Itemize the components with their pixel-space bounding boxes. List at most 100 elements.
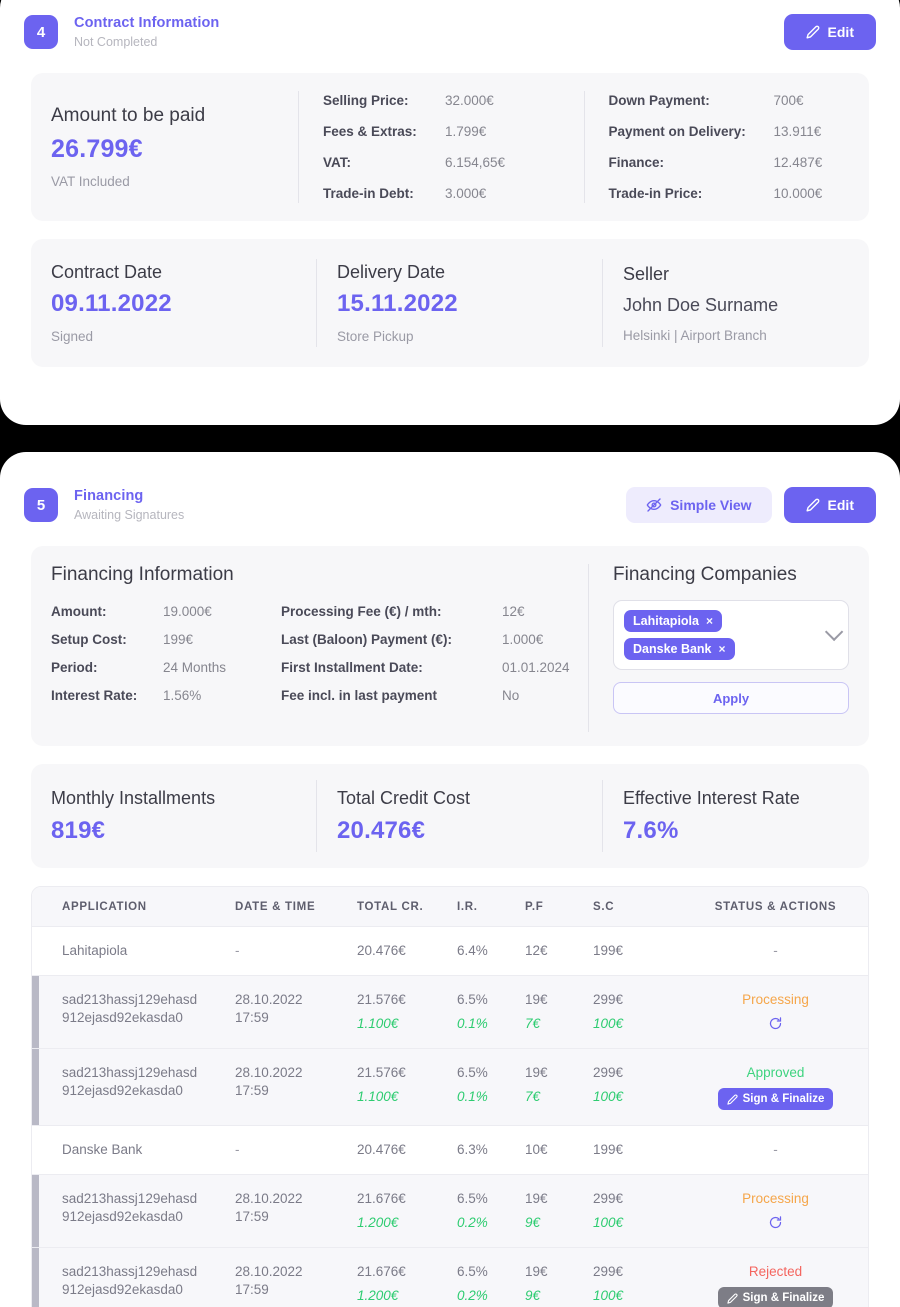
cell-value: 6.5%	[457, 1191, 488, 1206]
monthly-installments-title: Monthly Installments	[51, 787, 216, 808]
application-id: sad213hassj129ehasd 912ejasd92ekasda0	[62, 992, 198, 1025]
kv-value: 12€	[502, 604, 525, 619]
kv-value: 12.487€	[773, 155, 823, 170]
amount-title: Amount to be paid	[51, 105, 206, 126]
eye-off-icon	[646, 497, 662, 513]
refresh-icon[interactable]	[683, 1016, 868, 1031]
cell-delta: 1.200€	[357, 1215, 399, 1230]
sign-and-finalize-button[interactable]: Sign & Finalize	[717, 1088, 834, 1110]
kv-key: Period:	[51, 660, 98, 675]
financing-info-col-1: Amount: 19.000€ Setup Cost: 199€ Period: 24…	[51, 604, 281, 703]
kv-row: Fees & Extras: 1.799€	[323, 124, 584, 139]
contract-header-text: Contract Information Not Completed	[74, 14, 219, 51]
contract-date-value: 09.11.2022	[51, 290, 172, 317]
contract-status: Not Completed	[74, 35, 158, 49]
application-cell: sad213hassj129ehasd 912ejasd92ekasda0	[32, 975, 235, 1049]
financing-companies-select[interactable]: Lahitapiola × Danske Bank ×	[613, 600, 849, 670]
financing-information-block: Financing Information Amount: 19.000€ Set…	[31, 564, 589, 732]
kv-value: 199€	[163, 632, 194, 647]
apply-button[interactable]: Apply	[613, 682, 849, 714]
kv-value: 32.000€	[445, 93, 494, 108]
chevron-down-icon[interactable]	[824, 622, 844, 642]
cell-delta: 7€	[525, 1016, 541, 1031]
cell-value: 6.4%	[457, 943, 488, 958]
total-credit-cost-block: Total Credit Cost 20.476€	[317, 780, 603, 852]
sign-and-finalize-button[interactable]: Sign & Finalize	[717, 1287, 834, 1307]
cell-value: 299€	[593, 1191, 624, 1206]
simple-view-button[interactable]: Simple View	[626, 487, 772, 523]
kv-value: 1.799€	[445, 124, 487, 139]
cell-value: 199€	[593, 1142, 624, 1157]
kv-row: Last (Baloon) Payment (€): 1.000€	[281, 632, 588, 647]
cell-delta: 9€	[525, 1288, 541, 1303]
delivery-date-value: 15.11.2022	[337, 290, 458, 317]
financing-info-col-2: Processing Fee (€) / mth: 12€ Last (Baloo…	[281, 604, 588, 703]
contract-title: Contract Information	[74, 15, 220, 31]
cell-value: 12€	[525, 943, 548, 958]
table-body: Lahitapiola - 20.476€ 6.4% 12€ 199€ - sad213has…	[32, 926, 868, 1307]
cell-delta: 0.1%	[457, 1089, 488, 1104]
table-cell: 299€ 100€	[593, 975, 683, 1049]
financing-edit-button[interactable]: Edit	[783, 487, 876, 523]
datetime-cell: -	[235, 926, 357, 976]
step-badge-5: 5	[24, 488, 58, 522]
chip-remove-icon[interactable]: ×	[706, 614, 713, 628]
table-cell: 299€ 100€	[593, 1048, 683, 1126]
seller-name: John Doe Surname	[623, 294, 779, 315]
cell-delta: 0.2%	[457, 1288, 488, 1303]
kv-key: Fees & Extras:	[323, 124, 417, 139]
contract-edit-button[interactable]: Edit	[783, 14, 876, 50]
application-cell: sad213hassj129ehasd 912ejasd92ekasda0	[32, 1048, 235, 1126]
applications-table: APPLICATION DATE & TIME TOTAL CR. I.R. P…	[32, 887, 868, 1307]
cell-value: 299€	[593, 1065, 624, 1080]
total-credit-cost-title: Total Credit Cost	[337, 787, 471, 808]
cell-delta: 1.200€	[357, 1288, 399, 1303]
cell-value: 20.476€	[357, 943, 406, 958]
seller-title: Seller	[623, 263, 670, 284]
screenshot-root: 4 Contract Information Not Completed Edi…	[0, 0, 900, 1307]
table-cell: 6.4%	[457, 926, 525, 976]
monthly-installments-block: Monthly Installments 819€	[31, 780, 317, 852]
row-actions: Sign & Finalize	[683, 1287, 868, 1307]
chip-remove-icon[interactable]: ×	[719, 642, 726, 656]
sign-pen-icon	[726, 1093, 738, 1105]
contract-edit-label: Edit	[827, 24, 854, 40]
amount-note: VAT Included	[51, 174, 130, 189]
refresh-icon[interactable]	[683, 1215, 868, 1230]
datetime-value: 28.10.2022 17:59	[235, 1264, 303, 1297]
cell-value: 19€	[525, 1065, 548, 1080]
applications-table-wrapper: APPLICATION DATE & TIME TOTAL CR. I.R. P…	[31, 886, 869, 1307]
cell-value: 6.3%	[457, 1142, 488, 1157]
cell-value: 10€	[525, 1142, 548, 1157]
kv-row: Down Payment: 700€	[609, 93, 870, 108]
application-id: Lahitapiola	[62, 943, 128, 958]
kv-row: Fee incl. in last payment No	[281, 688, 588, 703]
col-header-ir: I.R.	[457, 887, 525, 927]
cell-delta: 100€	[593, 1288, 624, 1303]
status-cell: Approved Sign & Finalize	[683, 1048, 868, 1126]
table-cell: 19€ 9€	[525, 1174, 593, 1248]
table-cell: 6.5% 0.2%	[457, 1174, 525, 1248]
cell-delta: 1.100€	[357, 1016, 399, 1031]
kv-value: 6.154,65€	[445, 155, 506, 170]
kv-key: Trade-in Debt:	[323, 186, 414, 201]
financing-status: Awaiting Signatures	[74, 508, 185, 522]
table-cell: 6.5% 0.2%	[457, 1247, 525, 1307]
sign-and-finalize-label: Sign & Finalize	[742, 1093, 825, 1105]
monthly-installments-value: 819€	[51, 816, 106, 844]
datetime-value: -	[235, 1142, 240, 1157]
seller-branch: Helsinki | Airport Branch	[623, 327, 767, 343]
cell-delta: 100€	[593, 1089, 624, 1104]
delivery-date-block: Delivery Date 15.11.2022 Store Pickup	[317, 259, 603, 347]
kv-key: VAT:	[323, 155, 351, 170]
table-cell: 21.576€ 1.100€	[357, 1048, 457, 1126]
contract-section-header: 4 Contract Information Not Completed Edi…	[0, 14, 900, 51]
company-chip[interactable]: Lahitapiola ×	[624, 610, 722, 632]
cell-value: 21.676€	[357, 1191, 406, 1206]
company-chip[interactable]: Danske Bank ×	[624, 638, 735, 660]
contract-information-panel: 4 Contract Information Not Completed Edi…	[0, 0, 900, 425]
status-badge: Rejected	[748, 1264, 803, 1279]
status-badge: -	[773, 1142, 778, 1157]
financing-companies-heading: Financing Companies	[613, 564, 797, 585]
kv-key: Interest Rate:	[51, 688, 138, 703]
